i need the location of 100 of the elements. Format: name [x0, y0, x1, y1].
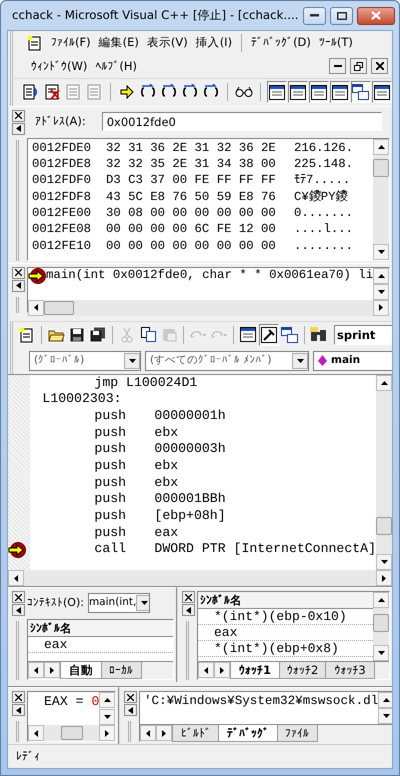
toolbar-button[interactable]: [330, 81, 350, 104]
down-arrow-icon: [104, 715, 111, 720]
pane-close-button[interactable]: [124, 691, 137, 704]
left-arrow-icon: [204, 666, 208, 674]
clipboard-icon: [162, 327, 176, 342]
triangle-icon: [186, 606, 191, 614]
code-operand: 000001BBh: [154, 491, 226, 508]
menu-item[interactable]: 表示(V): [142, 34, 192, 52]
undo-icon: [189, 328, 207, 341]
tab[interactable]: ﾛｰｶﾙ: [100, 662, 142, 680]
toolbar-button[interactable]: [308, 81, 329, 104]
disks-icon: [90, 327, 106, 342]
scope-combo[interactable]: (ｸﾞﾛｰﾊﾞﾙ): [29, 350, 141, 371]
pane-pin-button[interactable]: [12, 604, 25, 616]
toolbar-button[interactable]: [351, 81, 372, 104]
tab[interactable]: ｳｫｯﾁ3: [325, 662, 375, 680]
pane-close-button[interactable]: [182, 591, 195, 604]
down-arrow-icon: [378, 290, 385, 294]
status-text: ﾚﾃﾞｨ: [16, 748, 40, 766]
down-arrow-icon: [380, 560, 388, 564]
folder-icon: [48, 328, 64, 342]
menu-item[interactable]: ｳｨﾝﾄﾞｳ(W): [27, 58, 92, 75]
left-arrow-icon: [34, 304, 38, 312]
toolbar-button[interactable]: [266, 81, 287, 104]
scrollbar-thumb[interactable]: [373, 158, 389, 177]
address-field[interactable]: 0x0012fde0: [102, 112, 382, 132]
menu-item[interactable]: ﾌｧｲﾙ(F): [47, 34, 95, 52]
tab[interactable]: 自動: [60, 662, 102, 680]
code-mnemonic: push: [93, 474, 128, 492]
code-line: jmp L100024D1: [93, 374, 198, 392]
vertical-scrollbar[interactable]: [373, 268, 390, 300]
right-arrow-icon: [382, 574, 386, 582]
up-arrow-icon: [378, 144, 384, 149]
code-operand: eax: [154, 524, 178, 542]
pane-pin-button[interactable]: [12, 704, 25, 716]
memory-address: 0012FDF8: [32, 188, 92, 204]
pane-pin-button[interactable]: [182, 604, 195, 616]
vertical-scrollbar[interactable]: [373, 138, 389, 260]
left-arrow-icon: [34, 730, 38, 737]
horizontal-scrollbar[interactable]: [28, 725, 116, 742]
vertical-scrollbar[interactable]: [378, 692, 392, 724]
column-header[interactable]: ｼﾝﾎﾞﾙ名: [198, 592, 373, 610]
scrollbar-thumb[interactable]: [60, 726, 83, 740]
horizontal-scrollbar[interactable]: [8, 570, 392, 586]
document-icon[interactable]: [27, 34, 43, 51]
pane-pin-button[interactable]: [124, 704, 137, 716]
right-arrow-icon: [105, 730, 110, 737]
menu-item[interactable]: ﾍﾙﾌﾟ(H): [91, 58, 141, 75]
menu-item[interactable]: ﾂｰﾙ(T): [314, 34, 357, 52]
column-header[interactable]: ｼﾝﾎﾞﾙ名: [28, 620, 173, 638]
minimize-button[interactable]: [303, 6, 326, 24]
scrollbar-thumb[interactable]: [376, 516, 392, 535]
menu-item[interactable]: 挿入(I): [192, 34, 236, 52]
mdi-minimize-button[interactable]: [329, 58, 346, 74]
memory-bytes: D3 C3 37 00 FE FF FF FF: [106, 172, 277, 188]
memory-ascii: 225.148.: [294, 156, 354, 172]
pane-pin-button[interactable]: [12, 280, 25, 292]
toolbar-button[interactable]: [372, 81, 392, 104]
code-label: L10002303:: [41, 391, 122, 408]
code-operand: 00000003h: [154, 441, 226, 458]
horizontal-scrollbar[interactable]: [28, 300, 390, 316]
tab[interactable]: ﾃﾞﾊﾞｯｸﾞ: [218, 725, 278, 742]
document-icon: [66, 84, 80, 100]
memory-address: 0012FE10: [32, 238, 92, 254]
left-arrow-icon: [146, 730, 150, 737]
pane-close-button[interactable]: [12, 591, 25, 604]
minimize-icon: [334, 65, 342, 68]
members-combo[interactable]: (すべてのｸﾞﾛｰﾊﾞﾙ ﾒﾝﾊﾞ): [145, 350, 309, 371]
menu-item[interactable]: 編集(E): [94, 34, 143, 52]
pane-close-button[interactable]: [12, 691, 25, 704]
tab[interactable]: ﾋﾞﾙﾄﾞ: [172, 725, 220, 742]
close-button[interactable]: [357, 6, 396, 24]
tab[interactable]: ｳｫｯﾁ1: [230, 662, 280, 680]
variable-name[interactable]: eax: [28, 637, 173, 654]
memory-address: 0012FE00: [32, 205, 92, 220]
down-arrow-icon: [378, 250, 384, 254]
pane-close-button[interactable]: [12, 266, 25, 279]
maximize-button[interactable]: [330, 6, 354, 24]
pane-pin-button[interactable]: [12, 122, 25, 135]
menu-item[interactable]: ﾃﾞﾊﾞｯｸﾞ(D): [247, 34, 315, 52]
scrollbar-thumb[interactable]: [44, 300, 74, 315]
context-combo[interactable]: main(int,: [88, 593, 150, 614]
vertical-scrollbar[interactable]: [99, 692, 116, 726]
mdi-close-button[interactable]: [371, 58, 388, 74]
find-field[interactable]: sprint: [334, 324, 392, 345]
toolbar-button[interactable]: [288, 81, 308, 104]
function-combo[interactable]: main: [313, 350, 392, 371]
tab[interactable]: ﾌｧｲﾙ: [276, 725, 318, 742]
tab[interactable]: ｳｫｯﾁ2: [278, 662, 328, 680]
pane-close-button[interactable]: [12, 110, 25, 122]
vertical-scrollbar[interactable]: [373, 592, 389, 662]
memory-ascii: ﾓﾃ7.....: [294, 172, 350, 188]
scrollbar-thumb[interactable]: [373, 614, 389, 632]
mdi-restore-button[interactable]: [350, 58, 367, 74]
vertical-scrollbar[interactable]: [376, 374, 392, 570]
window-title: cchack - Microsoft Visual C++ [停止] - [cchack....: [12, 6, 298, 24]
windows-icon: [281, 326, 299, 343]
close-icon: [15, 269, 22, 276]
toolbar-button[interactable]: [259, 324, 279, 346]
window-icon: [310, 84, 327, 100]
